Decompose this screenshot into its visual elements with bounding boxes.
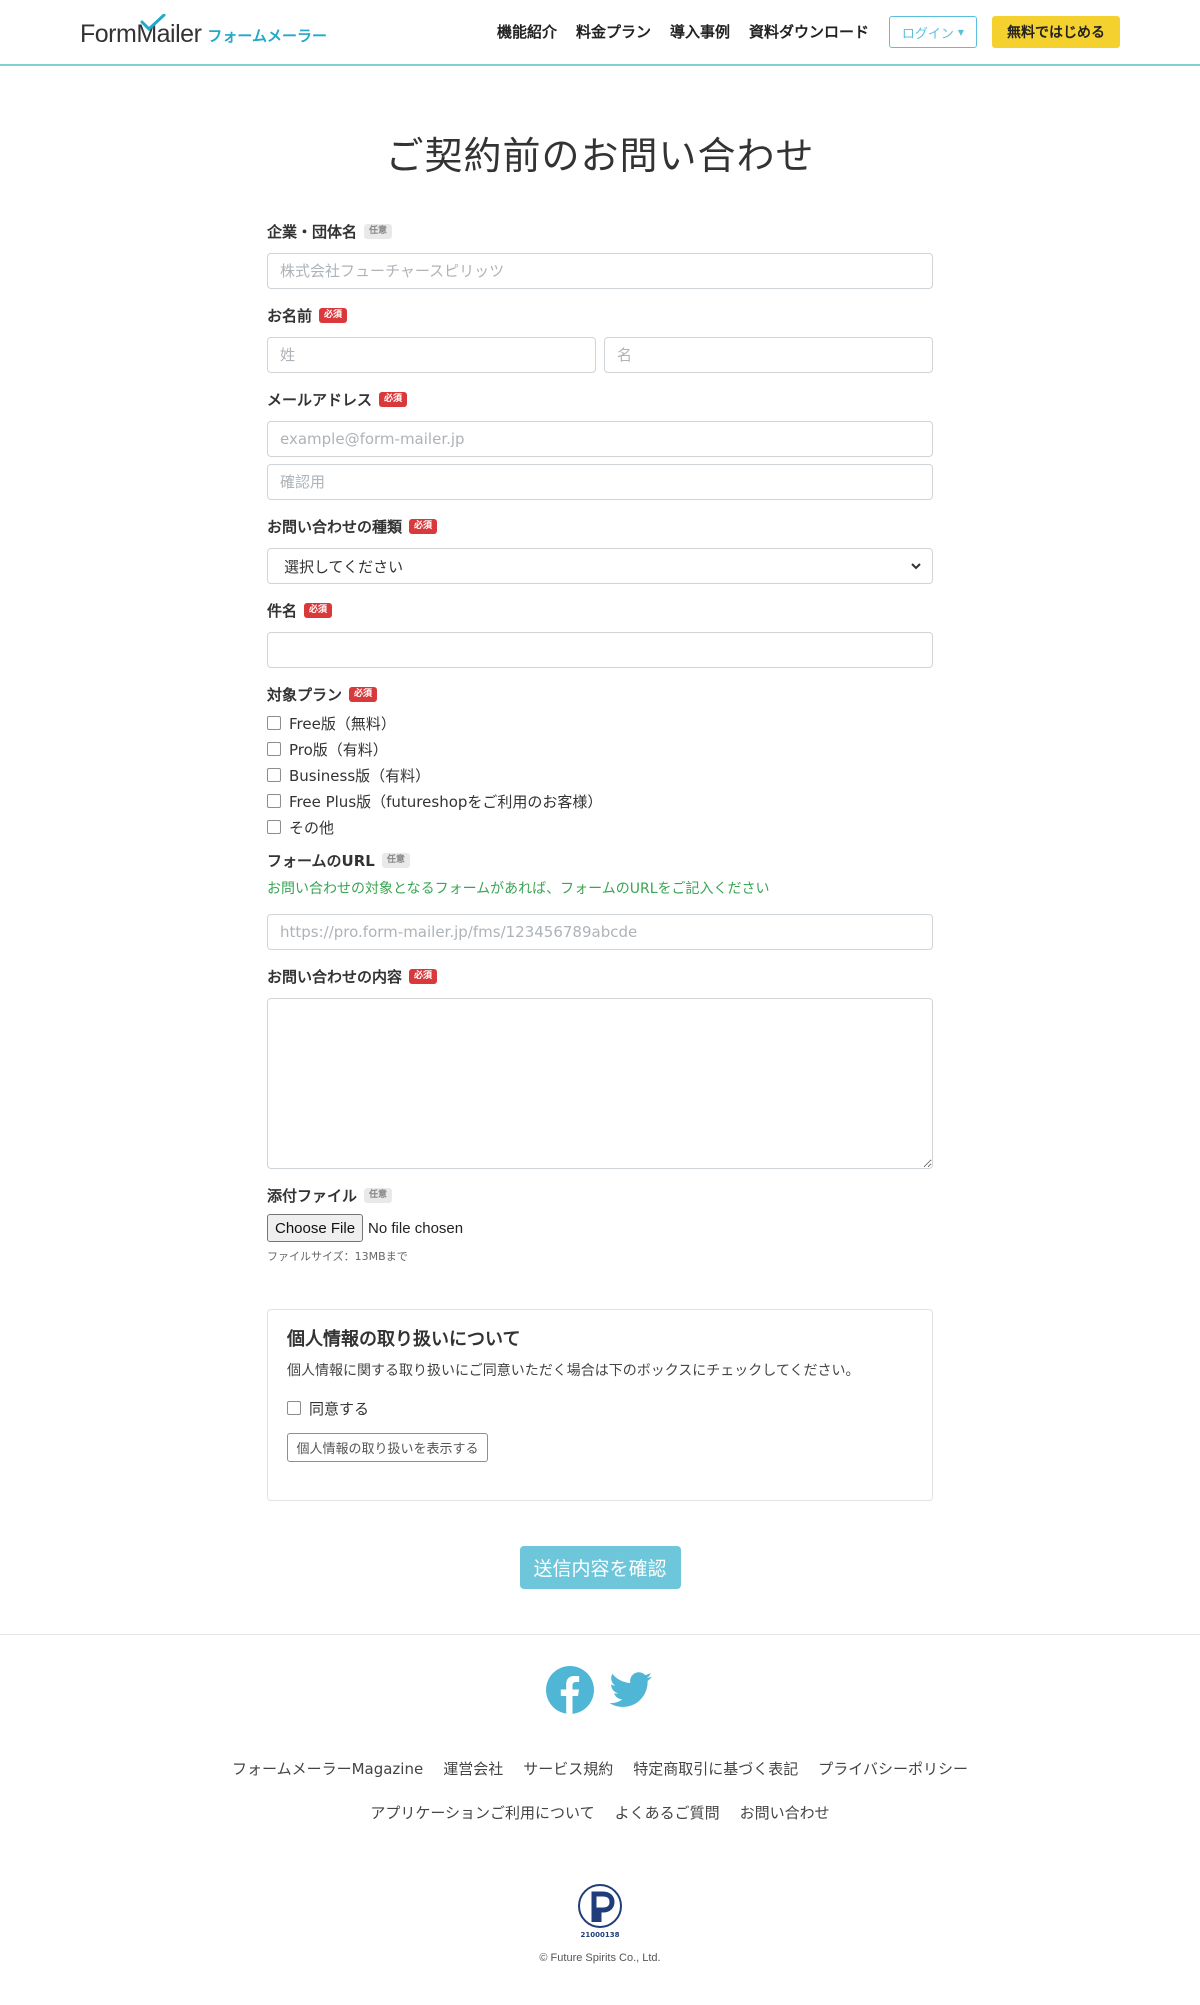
main-nav: 機能紹介 料金プラン 導入事例 資料ダウンロード ログイン ▼ 無料ではじめる xyxy=(478,16,1120,48)
submit-area: 送信内容を確認 xyxy=(267,1546,933,1589)
choose-file-button[interactable]: Choose File xyxy=(267,1214,364,1242)
footer-link-faq[interactable]: よくあるご質問 xyxy=(615,1802,720,1824)
footer-links-row2: アプリケーションご利用について よくあるご質問 お問い合わせ xyxy=(0,1802,1200,1824)
required-badge: 必須 xyxy=(304,602,333,618)
field-form-url: フォームのURL 任意 お問い合わせの対象となるフォームがあれば、フォームのUR… xyxy=(267,849,933,950)
required-badge: 必須 xyxy=(319,307,348,323)
caret-down-icon: ▼ xyxy=(957,27,965,37)
checkbox[interactable] xyxy=(267,820,281,834)
footer-link-privacy[interactable]: プライバシーポリシー xyxy=(818,1758,968,1780)
email-input[interactable] xyxy=(267,421,933,457)
social-links xyxy=(0,1665,1200,1715)
footer-link-commercial[interactable]: 特定商取引に基づく表記 xyxy=(633,1758,798,1780)
footer-link-magazine[interactable]: フォームメーラーMagazine xyxy=(232,1758,423,1780)
form-url-label: フォームのURL xyxy=(267,851,375,870)
nav-case-studies[interactable]: 導入事例 xyxy=(670,16,730,48)
checkbox[interactable] xyxy=(287,1401,301,1415)
contact-form: ご契約前のお問い合わせ 企業・団体名 任意 お名前 必須 メールアドレス 必須 … xyxy=(267,131,933,1589)
required-badge: 必須 xyxy=(379,391,408,407)
privacy-text: 個人情報に関する取り扱いにご同意いただく場合は下のボックスにチェックしてください… xyxy=(287,1363,860,1379)
footer-links-row1: フォームメーラーMagazine 運営会社 サービス規約 特定商取引に基づく表記… xyxy=(0,1758,1200,1780)
site-footer: フォームメーラーMagazine 運営会社 サービス規約 特定商取引に基づく表記… xyxy=(0,1634,1200,1968)
privacy-title: 個人情報の取り扱いについて xyxy=(287,1329,521,1350)
form-url-help: お問い合わせの対象となるフォームがあれば、フォームのURLをご記入ください xyxy=(267,881,770,897)
optional-badge: 任意 xyxy=(381,852,410,868)
inquiry-type-label: お問い合わせの種類 xyxy=(267,517,403,536)
footer-link-contact[interactable]: お問い合わせ xyxy=(740,1802,830,1824)
nav-features[interactable]: 機能紹介 xyxy=(497,16,557,48)
inquiry-type-selected: 選択してください xyxy=(284,557,404,576)
copyright: © Future Spirits Co., Ltd. xyxy=(539,1952,661,1964)
required-badge: 必須 xyxy=(409,968,438,984)
company-label: 企業・団体名 xyxy=(267,222,358,241)
field-email: メールアドレス 必須 xyxy=(267,388,933,500)
content-textarea[interactable] xyxy=(267,998,933,1169)
footer-link-terms[interactable]: サービス規約 xyxy=(523,1758,613,1780)
last-name-input[interactable] xyxy=(267,337,596,373)
pmark-number: 21000138 xyxy=(581,1931,620,1939)
confirm-submit-button[interactable]: 送信内容を確認 xyxy=(519,1546,681,1589)
required-badge: 必須 xyxy=(409,518,438,534)
checkbox[interactable] xyxy=(267,794,281,808)
plan-option-pro[interactable]: Pro版（有料） xyxy=(267,739,933,759)
page-title: ご契約前のお問い合わせ xyxy=(385,134,815,178)
name-label: お名前 xyxy=(267,306,313,325)
form-url-input[interactable] xyxy=(267,914,933,950)
footer-link-company[interactable]: 運営会社 xyxy=(443,1758,503,1780)
optional-badge: 任意 xyxy=(364,1187,393,1203)
content-label: お問い合わせの内容 xyxy=(267,967,403,986)
privacy-mark-icon: 21000138 xyxy=(578,1884,622,1939)
field-content: お問い合わせの内容 必須 xyxy=(267,965,933,1169)
login-button[interactable]: ログイン ▼ xyxy=(889,16,977,48)
company-input[interactable] xyxy=(267,253,933,289)
field-subject: 件名 必須 xyxy=(267,599,933,668)
subject-input[interactable] xyxy=(267,632,933,668)
show-privacy-button[interactable]: 個人情報の取り扱いを表示する xyxy=(287,1433,488,1462)
field-attachment: 添付ファイル 任意 Choose File No file chosen ファイ… xyxy=(267,1184,933,1263)
optional-badge: 任意 xyxy=(364,223,393,239)
plan-label: 対象プラン xyxy=(267,685,343,704)
field-company: 企業・団体名 任意 xyxy=(267,220,933,289)
site-header: FormMailer フォームメーラー 機能紹介 料金プラン 導入事例 資料ダウ… xyxy=(0,0,1200,66)
privacy-agree-checkbox[interactable]: 同意する xyxy=(287,1398,913,1418)
nav-pricing[interactable]: 料金プラン xyxy=(576,16,651,48)
file-status: No file chosen xyxy=(368,1219,464,1237)
footer-link-application[interactable]: アプリケーションご利用について xyxy=(370,1802,594,1824)
field-name: お名前 必須 xyxy=(267,304,933,373)
checkbox[interactable] xyxy=(267,742,281,756)
file-size-note: ファイルサイズ：13MBまで xyxy=(267,1250,408,1263)
facebook-icon[interactable] xyxy=(545,1665,595,1715)
required-badge: 必須 xyxy=(349,686,378,702)
plan-option-business[interactable]: Business版（有料） xyxy=(267,765,933,785)
subject-label: 件名 xyxy=(267,601,298,620)
privacy-section: 個人情報の取り扱いについて 個人情報に関する取り扱いにご同意いただく場合は下のボ… xyxy=(267,1309,933,1501)
plan-option-free[interactable]: Free版（無料） xyxy=(267,713,933,733)
privacy-mark[interactable]: 21000138 xyxy=(0,1880,1200,1940)
check-icon xyxy=(140,14,166,32)
logo[interactable]: FormMailer フォームメーラー xyxy=(80,14,327,48)
email-label: メールアドレス xyxy=(267,390,373,409)
nav-download[interactable]: 資料ダウンロード xyxy=(749,16,869,48)
field-inquiry-type: お問い合わせの種類 必須 選択してください xyxy=(267,515,933,584)
checkbox[interactable] xyxy=(267,768,281,782)
checkbox[interactable] xyxy=(267,716,281,730)
logo-text: FormMailer xyxy=(80,14,202,48)
logo-subtitle: フォームメーラー xyxy=(207,27,327,45)
start-free-button[interactable]: 無料ではじめる xyxy=(992,16,1120,48)
attachment-label: 添付ファイル xyxy=(267,1186,358,1205)
email-confirm-input[interactable] xyxy=(267,464,933,500)
plan-option-other[interactable]: その他 xyxy=(267,817,933,837)
chevron-down-icon xyxy=(911,563,921,570)
plan-option-free-plus[interactable]: Free Plus版（futureshopをご利用のお客様） xyxy=(267,791,933,811)
field-plan: 対象プラン 必須 Free版（無料） Pro版（有料） Business版（有料… xyxy=(267,683,933,837)
first-name-input[interactable] xyxy=(604,337,933,373)
inquiry-type-select[interactable]: 選択してください xyxy=(267,548,933,584)
twitter-icon[interactable] xyxy=(605,1665,655,1715)
